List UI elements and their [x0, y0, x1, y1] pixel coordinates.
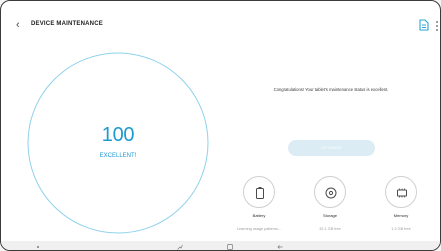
device-maintenance-screen: ‹ DEVICE MAINTENANCE 100 EXCELLENT! Cong…	[0, 0, 441, 251]
score-value: 100	[101, 124, 135, 146]
storage-icon	[314, 176, 346, 208]
recent-apps-icon[interactable]	[176, 243, 184, 251]
status-message: Congratulations! Your tablet's maintenan…	[273, 87, 389, 92]
nav-dot-icon	[37, 246, 39, 248]
battery-icon	[243, 176, 275, 208]
score-status: EXCELLENT!	[99, 153, 137, 159]
back-arrow-icon[interactable]: ‹	[16, 20, 20, 31]
feature-storage-label: Storage	[322, 213, 337, 218]
feature-storage-status: 32.1 GB free	[319, 227, 341, 231]
app-bar: ‹ DEVICE MAINTENANCE	[1, 1, 440, 41]
more-options-icon[interactable]	[435, 20, 439, 32]
report-icon[interactable]	[419, 19, 429, 31]
feature-memory-label: Memory	[393, 213, 409, 218]
feature-battery-status: Learning usage patterns...	[236, 227, 282, 231]
page-title: DEVICE MAINTENANCE	[31, 21, 103, 27]
memory-icon	[385, 176, 417, 208]
optimize-button[interactable]: OPTIMIZE	[288, 140, 375, 156]
back-button-icon[interactable]	[276, 243, 284, 251]
feature-battery-label: Battery	[252, 213, 266, 218]
feature-memory-status: 1.2 GB free	[391, 227, 411, 231]
home-button-icon[interactable]	[226, 243, 234, 251]
navigation-bar	[1, 241, 440, 251]
